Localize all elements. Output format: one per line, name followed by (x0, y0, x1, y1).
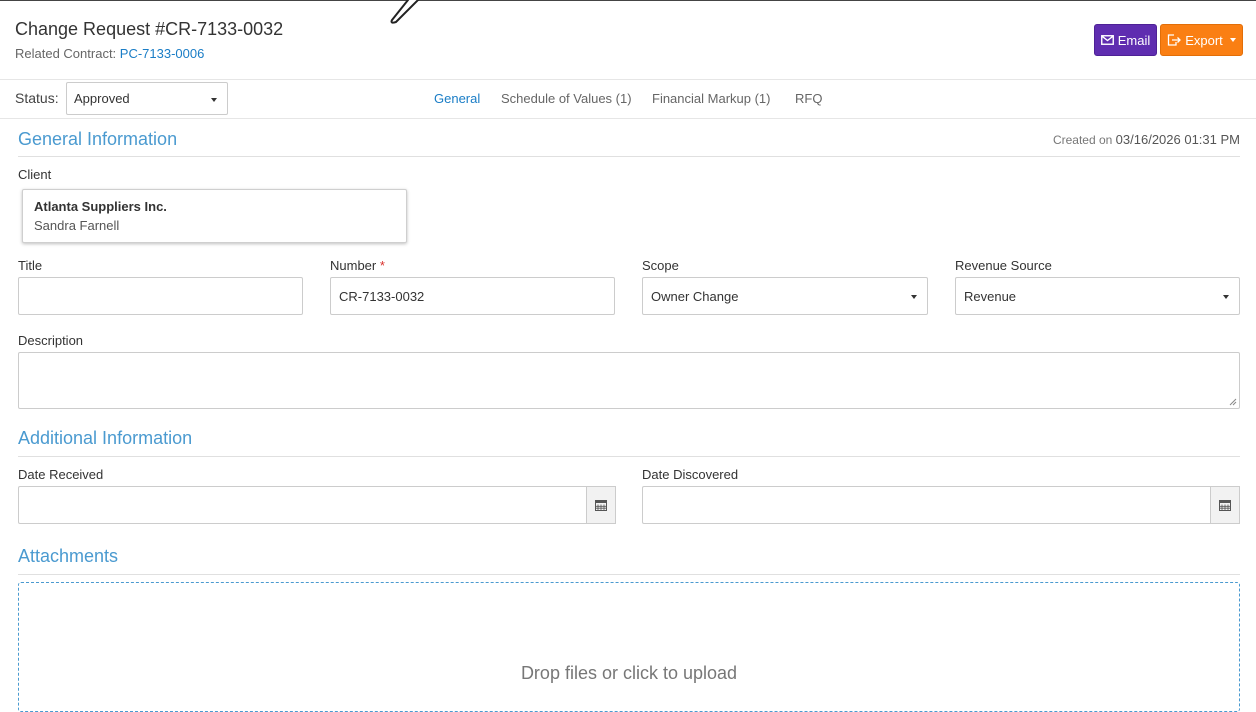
date-received-label: Date Received (18, 467, 104, 482)
tab-financial-markup[interactable]: Financial Markup (1) (652, 91, 771, 106)
related-contract-label: Related Contract: (15, 46, 117, 61)
date-discovered-label: Date Discovered (642, 467, 739, 482)
scope-label: Scope (642, 258, 679, 273)
section-divider (18, 156, 1240, 157)
created-on-label: Created on (1052, 133, 1113, 147)
number-label-text: Number (330, 258, 377, 273)
email-button[interactable]: Email (1094, 24, 1157, 56)
client-contact: Sandra Farnell (34, 218, 120, 233)
description-textarea[interactable] (18, 352, 1240, 409)
number-input[interactable]: CR-7133-0032 (330, 277, 615, 315)
envelope-icon (1100, 35, 1114, 45)
window-top-border (0, 0, 1256, 1)
dropzone-text: Drop files or click to upload (520, 663, 738, 683)
section-divider (18, 456, 1240, 457)
calendar-icon (1219, 500, 1231, 511)
status-select[interactable]: Approved (66, 82, 228, 115)
scope-select[interactable]: Owner Change (642, 277, 928, 315)
created-on: Created on 03/16/2026 01:31 PM (1053, 132, 1240, 147)
page-title: Change Request #CR-7133-0032 (15, 19, 284, 39)
title-input[interactable] (18, 277, 303, 315)
caret-down-icon (911, 295, 917, 299)
revenue-source-select[interactable]: Revenue (955, 277, 1240, 315)
tab-general[interactable]: General (434, 91, 480, 106)
header-divider (0, 79, 1256, 80)
created-on-value: 03/16/2026 01:31 PM (1115, 132, 1240, 147)
title-label: Title (18, 258, 43, 273)
description-label: Description (18, 333, 84, 348)
email-button-label: Email (1117, 32, 1151, 48)
calendar-icon (595, 500, 607, 511)
export-button-label: Export (1185, 32, 1223, 48)
required-marker: * (379, 258, 385, 273)
client-card[interactable]: Atlanta Suppliers Inc. Sandra Farnell (22, 189, 407, 243)
pen-cursor-icon (390, 0, 420, 24)
export-icon (1168, 34, 1182, 46)
resize-handle-icon[interactable] (1229, 398, 1237, 406)
revenue-source-label: Revenue Source (955, 258, 1052, 273)
attachments-dropzone[interactable]: Drop files or click to upload (18, 582, 1240, 712)
client-label: Client (18, 167, 52, 182)
tab-schedule-of-values[interactable]: Schedule of Values (1) (501, 91, 632, 106)
export-button[interactable]: Export (1160, 24, 1243, 56)
caret-down-icon (1223, 295, 1229, 299)
general-information-title: General Information (18, 129, 178, 149)
related-contract: Related Contract: PC-7133-0006 (15, 46, 204, 61)
tab-rfq[interactable]: RFQ (795, 91, 822, 106)
revenue-source-value: Revenue (964, 288, 1017, 304)
status-select-value: Approved (74, 91, 130, 106)
client-name: Atlanta Suppliers Inc. (34, 199, 167, 214)
number-label: Number * (330, 258, 385, 273)
related-contract-link[interactable]: PC-7133-0006 (120, 46, 205, 61)
date-discovered-input[interactable] (642, 486, 1211, 524)
date-received-input[interactable] (18, 486, 587, 524)
status-label: Status: (15, 90, 59, 106)
caret-down-icon (211, 97, 217, 102)
date-received-picker-button[interactable] (586, 486, 616, 524)
section-divider (18, 574, 1240, 575)
toolbar-divider (0, 118, 1256, 119)
attachments-title: Attachments (18, 546, 119, 566)
additional-information-title: Additional Information (18, 428, 193, 448)
date-discovered-picker-button[interactable] (1210, 486, 1240, 524)
scope-select-value: Owner Change (651, 288, 739, 304)
chevron-down-icon (1229, 38, 1236, 42)
